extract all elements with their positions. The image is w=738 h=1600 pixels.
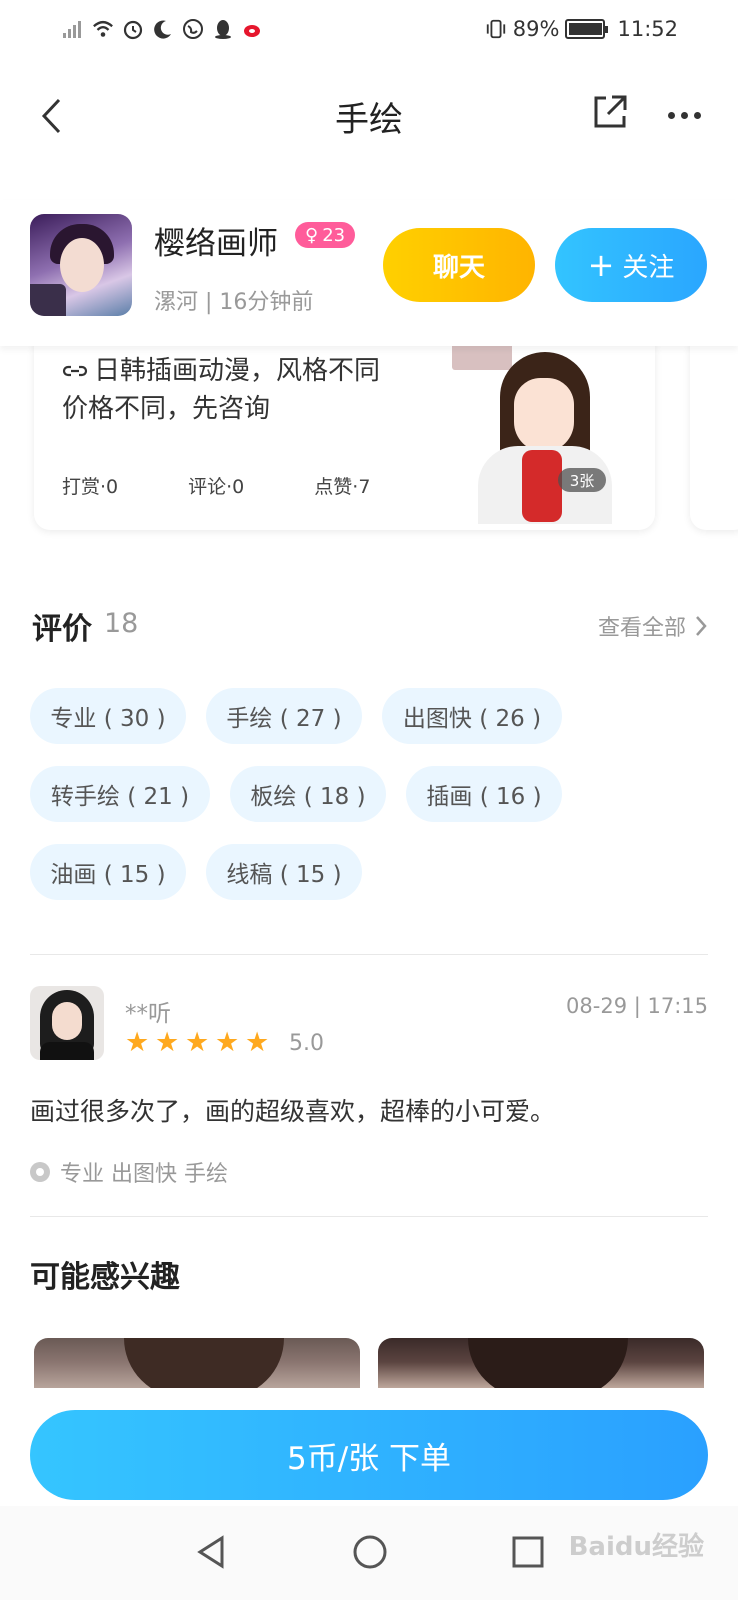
star-rating: ★ ★ ★ ★ ★ 5.0 [125, 1027, 324, 1058]
review-date: 08-29 | 17:15 [566, 994, 708, 1018]
age-badge: ♀ 23 [295, 222, 356, 248]
baidu-watermark: Baidu经验 [568, 1532, 704, 1562]
star-icon: ★ [215, 1027, 240, 1058]
see-all-label: 查看全部 [597, 616, 686, 641]
plus-icon: + [587, 246, 615, 284]
reviews-header: 评价 18 查看全部 [32, 604, 708, 647]
dot [668, 111, 675, 119]
rating-score: 5.0 [289, 1030, 324, 1056]
star-icon: ★ [185, 1027, 210, 1058]
vibrate-icon [485, 18, 507, 40]
illustration-stripe [522, 450, 562, 522]
follow-label: 关注 [622, 252, 675, 283]
review-text: 画过很多次了，画的超级喜欢，超棒的小可爱。 [30, 1097, 556, 1126]
signal-icon [62, 18, 84, 40]
divider [30, 1216, 708, 1217]
clock: 11:52 [617, 17, 678, 41]
location-time: 漯河 | 16分钟前 [154, 290, 314, 315]
interest-title: 可能感兴趣 [30, 1260, 180, 1295]
star-icon: ★ [155, 1027, 180, 1058]
divider [30, 954, 708, 955]
reviewer-face [52, 1002, 82, 1040]
nav-bar: 手绘 [0, 70, 738, 162]
review-tag[interactable]: 专业 ( 30 ) [30, 688, 186, 744]
circle-home-icon [353, 1535, 387, 1569]
order-button[interactable]: 5币/张 下单 [30, 1410, 708, 1500]
profile-header: 樱络画师 ♀ 23 漯河 | 16分钟前 聊天 + 关注 [0, 200, 738, 346]
avatar[interactable] [30, 214, 132, 316]
weibo-icon [242, 18, 264, 40]
reviews-title: 评价 [32, 612, 92, 647]
age-value: 23 [322, 224, 346, 246]
order-bar: 5币/张 下单 [0, 1388, 738, 1506]
post-stats: 打赏·0 评论·0 点赞·7 [62, 472, 370, 499]
post-card[interactable]: 日韩插画动漫，风格不同价格不同，先咨询 打赏·0 评论·0 点赞·7 [34, 330, 655, 530]
more-button[interactable] [668, 100, 708, 130]
reviewer-body [40, 1042, 94, 1060]
review-tag[interactable]: 线稿 ( 15 ) [206, 844, 362, 900]
illustration-face [514, 378, 574, 452]
tip-count[interactable]: 打赏·0 [62, 472, 118, 499]
chat-button[interactable]: 聊天 [383, 228, 535, 302]
post-description: 日韩插画动漫，风格不同价格不同，先咨询 [62, 356, 381, 424]
status-icons-left [62, 18, 264, 40]
battery-percent: 89% [512, 17, 560, 41]
link-icon [62, 365, 88, 377]
artist-name: 樱络画师 [154, 226, 278, 262]
chevron-right-icon [696, 616, 707, 636]
review-tag[interactable]: 手绘 ( 27 ) [206, 688, 362, 744]
image-count-badge: 3张 [558, 468, 606, 492]
review-tag[interactable]: 板绘 ( 18 ) [230, 766, 386, 822]
reviewer-avatar[interactable] [30, 986, 104, 1060]
dot [681, 111, 688, 119]
review-tag[interactable]: 插画 ( 16 ) [406, 766, 562, 822]
globe-icon [182, 18, 204, 40]
review-item-tags: 专业 出图快 手绘 [30, 1156, 228, 1188]
system-recent-button[interactable] [508, 1532, 548, 1572]
star-icon: ★ [125, 1027, 150, 1058]
system-nav-bar: Baidu经验 [0, 1506, 738, 1600]
battery-level [569, 23, 602, 35]
see-all-link[interactable]: 查看全部 [598, 610, 708, 642]
reviewer-name: **听 [125, 1001, 171, 1027]
star-icon: ★ [245, 1027, 270, 1058]
qq-icon [212, 18, 234, 40]
triangle-back-icon [197, 1535, 224, 1569]
square-recent-icon [512, 1536, 544, 1568]
status-icons-right: 89% 11:52 [485, 17, 678, 41]
share-button[interactable] [590, 92, 634, 136]
share-icon [594, 95, 627, 128]
tag-icon [30, 1162, 50, 1182]
battery-icon [565, 19, 609, 39]
status-bar: 89% 11:52 [0, 0, 738, 58]
review-tag[interactable]: 转手绘 ( 21 ) [30, 766, 210, 822]
post-text: 日韩插画动漫，风格不同价格不同，先咨询 [62, 352, 392, 428]
avatar-face [60, 238, 104, 292]
system-home-button[interactable] [350, 1532, 390, 1572]
comment-count[interactable]: 评论·0 [188, 472, 244, 499]
wifi-icon [92, 18, 114, 40]
like-count[interactable]: 点赞·7 [314, 472, 370, 499]
follow-button[interactable]: + 关注 [555, 228, 707, 302]
avatar-inset [30, 284, 66, 316]
moon-icon [152, 18, 174, 40]
review-tag[interactable]: 出图快 ( 26 ) [382, 688, 562, 744]
system-back-button[interactable] [192, 1532, 232, 1572]
female-icon: ♀ [305, 224, 319, 246]
chat-label: 聊天 [432, 252, 485, 283]
review-tag[interactable]: 油画 ( 15 ) [30, 844, 186, 900]
reviews-count: 18 [104, 608, 139, 639]
alarm-icon [122, 18, 144, 40]
dot [694, 111, 701, 119]
post-thumb-small [452, 342, 512, 370]
post-image[interactable] [452, 342, 642, 524]
next-post-card[interactable] [690, 330, 738, 530]
review-item-tag-text: 专业 出图快 手绘 [60, 1162, 228, 1187]
